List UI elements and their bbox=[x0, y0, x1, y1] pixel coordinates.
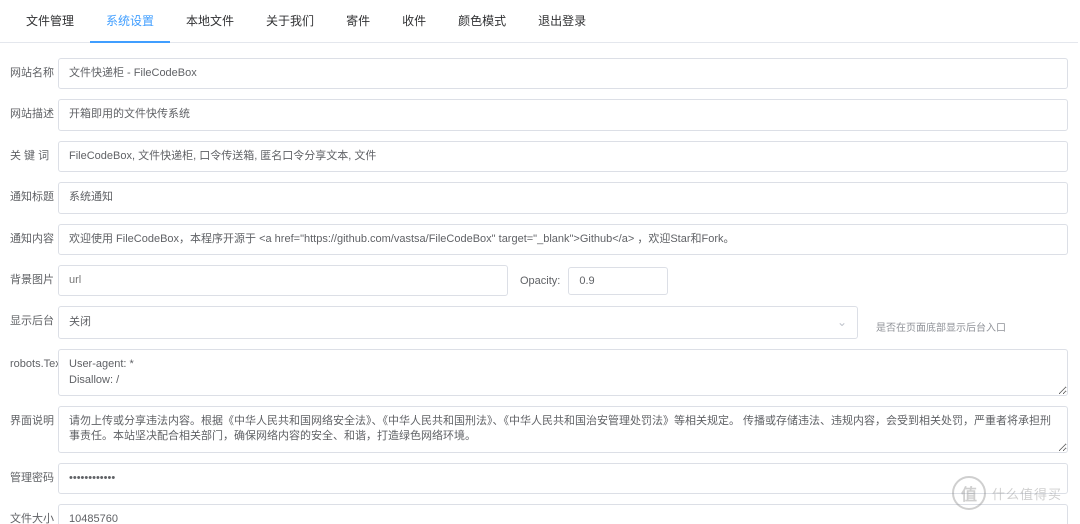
label-file-size: 文件大小 bbox=[10, 504, 58, 524]
label-keywords: 关 键 词 bbox=[10, 141, 58, 163]
input-admin-pwd[interactable] bbox=[58, 463, 1068, 494]
tab-file-manage[interactable]: 文件管理 bbox=[10, 0, 90, 43]
label-notify-content: 通知内容 bbox=[10, 224, 58, 246]
textarea-page-note[interactable] bbox=[58, 406, 1068, 453]
label-robots: robots.Text bbox=[10, 349, 58, 371]
input-site-desc[interactable] bbox=[58, 99, 1068, 130]
settings-form: 网站名称 网站描述 关 键 词 通知标题 通知内容 bbox=[0, 43, 1078, 524]
tab-about[interactable]: 关于我们 bbox=[250, 0, 330, 43]
label-notify-title: 通知标题 bbox=[10, 182, 58, 204]
tab-receive[interactable]: 收件 bbox=[386, 0, 442, 43]
label-site-desc: 网站描述 bbox=[10, 99, 58, 121]
tab-local-file[interactable]: 本地文件 bbox=[170, 0, 250, 43]
tab-color-mode[interactable]: 颜色模式 bbox=[442, 0, 522, 43]
input-opacity[interactable] bbox=[568, 267, 668, 295]
textarea-robots[interactable] bbox=[58, 349, 1068, 396]
label-show-admin: 显示后台 bbox=[10, 306, 58, 328]
input-bg-image[interactable] bbox=[58, 265, 508, 296]
label-admin-pwd: 管理密码 bbox=[10, 463, 58, 485]
select-show-admin-value: 关闭 bbox=[69, 315, 91, 330]
input-notify-title[interactable] bbox=[58, 182, 1068, 213]
chevron-down-icon: ⌄ bbox=[837, 314, 847, 331]
input-keywords[interactable] bbox=[58, 141, 1068, 172]
label-bg-image: 背景图片 bbox=[10, 265, 58, 287]
help-show-admin: 是否在页面底部显示后台入口 bbox=[876, 311, 1006, 334]
input-site-name[interactable] bbox=[58, 58, 1068, 89]
input-file-size[interactable] bbox=[58, 504, 1068, 524]
select-show-admin[interactable]: 关闭 ⌄ bbox=[58, 306, 858, 339]
tab-logout[interactable]: 退出登录 bbox=[522, 0, 602, 43]
label-opacity: Opacity: bbox=[520, 275, 560, 287]
label-site-name: 网站名称 bbox=[10, 58, 58, 80]
tab-send[interactable]: 寄件 bbox=[330, 0, 386, 43]
input-notify-content[interactable] bbox=[58, 224, 1068, 255]
tabs-nav: 文件管理 系统设置 本地文件 关于我们 寄件 收件 颜色模式 退出登录 bbox=[0, 0, 1078, 43]
tab-system-settings[interactable]: 系统设置 bbox=[90, 0, 170, 43]
label-page-note: 界面说明 bbox=[10, 406, 58, 428]
